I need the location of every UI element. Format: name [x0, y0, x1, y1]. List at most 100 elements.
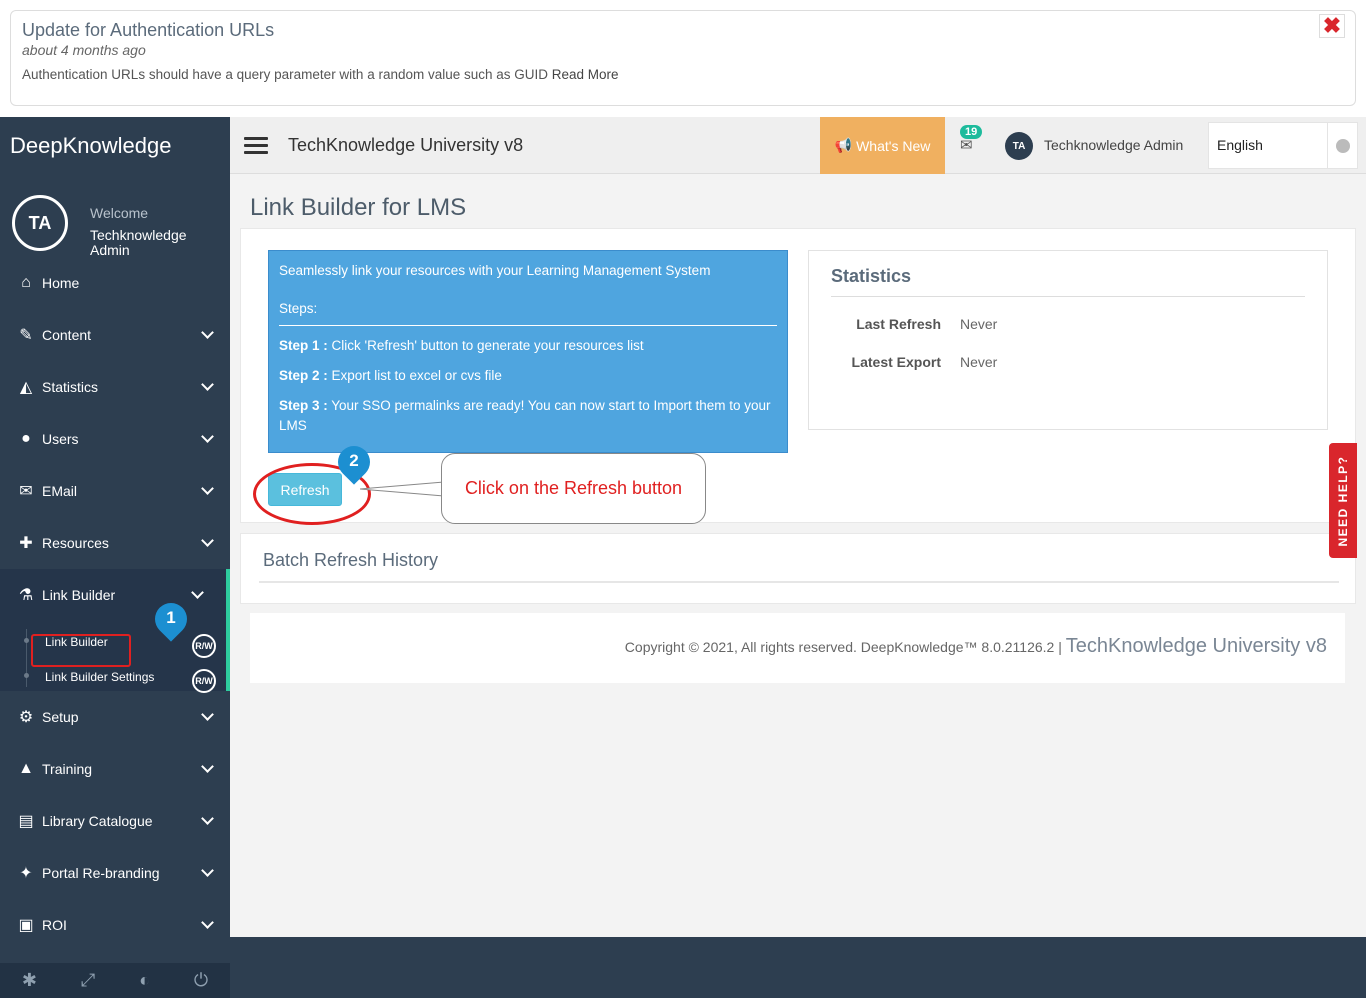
- submenu-item-link-builder-settings[interactable]: Link Builder Settings: [45, 670, 154, 684]
- instructions-box: Seamlessly link your resources with your…: [268, 250, 788, 453]
- rw-badge: R/W: [192, 669, 216, 693]
- page-title: Link Builder for LMS: [250, 194, 467, 221]
- sidebar-item-label: Library Catalogue: [42, 813, 153, 829]
- avatar[interactable]: TA: [12, 195, 68, 251]
- step-text: Export list to excel or cvs file: [327, 368, 502, 383]
- instructions-intro: Seamlessly link your resources with your…: [279, 263, 711, 278]
- step-1: Step 1 : Click 'Refresh' button to gener…: [279, 336, 777, 356]
- flask-icon: ⚗: [18, 587, 34, 604]
- graduation-cap-icon: ▲: [18, 760, 34, 777]
- power-icon[interactable]: ⏻: [194, 970, 208, 991]
- sidebar-item-portal-rebranding[interactable]: ✦ Portal Re-branding: [0, 847, 230, 899]
- sidebar-item-label: Users: [42, 431, 79, 447]
- rw-badge: R/W: [192, 634, 216, 658]
- chevron-down-icon: [201, 708, 214, 721]
- step-text: Your SSO permalinks are ready! You can n…: [279, 398, 771, 433]
- avatar[interactable]: TA: [1005, 132, 1033, 160]
- page-bottom-band: [230, 937, 1366, 998]
- chevron-down-icon: [201, 326, 214, 339]
- chevron-down-icon: [201, 916, 214, 929]
- last-refresh-label: Last Refresh: [856, 316, 941, 332]
- step-label: Step 3 :: [279, 398, 328, 413]
- sidebar-item-users[interactable]: ● Users: [0, 413, 230, 465]
- book-icon: ▤: [18, 813, 34, 830]
- banner-message: Authentication URLs should have a query …: [22, 67, 552, 82]
- hamburger-menu-icon[interactable]: [244, 137, 268, 155]
- chevron-down-icon: [201, 812, 214, 825]
- submenu-dot: [24, 673, 29, 678]
- sidebar-item-link-builder[interactable]: ⚗ Link Builder: [0, 569, 230, 621]
- sidebar-item-statistics[interactable]: ◭ Statistics: [0, 361, 230, 413]
- link-builder-submenu: Link Builder R/W Link Builder Settings R…: [0, 621, 230, 693]
- sidebar-item-label: Training: [42, 761, 93, 777]
- footer-site-name: TechKnowledge University v8: [1065, 635, 1327, 657]
- copyright-text: Copyright © 2021, All rights reserved. D…: [624, 639, 1066, 655]
- sidebar-item-label: Content: [42, 327, 92, 343]
- edit-icon: ✎: [19, 327, 33, 344]
- notification-banner: Update for Authentication URLs about 4 m…: [10, 10, 1356, 106]
- callout-text: Click on the Refresh button: [464, 478, 683, 498]
- brand-logo[interactable]: DeepKnowledge: [0, 117, 230, 175]
- sidebar-item-setup[interactable]: ⚙ Setup: [0, 691, 230, 743]
- megaphone-icon: 📢: [834, 137, 853, 153]
- footer: Copyright © 2021, All rights reserved. D…: [250, 613, 1345, 683]
- chevron-down-icon: [201, 760, 214, 773]
- last-refresh-value: Never: [960, 316, 998, 332]
- submenu-dot: [24, 638, 29, 643]
- welcome-label: Welcome: [90, 205, 149, 221]
- sidebar-item-label: ROI: [42, 917, 67, 933]
- latest-export-value: Never: [960, 354, 998, 370]
- users-icon: ●: [21, 430, 31, 447]
- step-marker-2: 2: [331, 439, 377, 486]
- envelope-icon: ✉: [19, 483, 33, 500]
- fullscreen-icon[interactable]: ⤢: [81, 970, 95, 991]
- chevron-down-icon: [201, 378, 214, 391]
- sidebar-item-roi[interactable]: ▣ ROI: [0, 899, 230, 951]
- batch-divider: [259, 581, 1339, 583]
- statistics-panel: Statistics Last Refresh Never Latest Exp…: [808, 250, 1328, 430]
- language-select[interactable]: English: [1208, 122, 1358, 169]
- sidebar: DeepKnowledge TA Welcome Techknowledge A…: [0, 117, 230, 998]
- sidebar-item-content[interactable]: ✎ Content: [0, 309, 230, 361]
- statistics-title: Statistics: [831, 266, 912, 286]
- need-help-tab[interactable]: NEED HELP?: [1329, 443, 1357, 558]
- sidebar-item-label: Setup: [42, 709, 79, 725]
- sidebar-item-resources[interactable]: ✚ Resources: [0, 517, 230, 569]
- callout-bubble: Click on the Refresh button: [441, 453, 706, 524]
- chevron-down-icon: [201, 534, 214, 547]
- step-2: Step 2 : Export list to excel or cvs fil…: [279, 366, 777, 386]
- sidebar-item-label: Link Builder: [42, 587, 116, 603]
- need-help-label: NEED HELP?: [1336, 454, 1350, 547]
- read-more-link[interactable]: Read More: [552, 67, 619, 82]
- user-menu[interactable]: Techknowledge Admin: [1044, 137, 1183, 153]
- banner-title: Update for Authentication URLs: [22, 20, 275, 40]
- whats-new-label: What's New: [856, 137, 931, 154]
- site-title: TechKnowledge University v8: [288, 135, 524, 155]
- area-chart-icon: ◭: [19, 379, 33, 396]
- money-icon: ▣: [18, 917, 34, 934]
- step-3: Step 3 : Your SSO permalinks are ready! …: [279, 396, 777, 436]
- puzzle-icon: ✚: [19, 535, 33, 552]
- highlight-box: [31, 634, 131, 667]
- sidebar-item-email[interactable]: ✉ EMail: [0, 465, 230, 517]
- batch-refresh-history-card: Batch Refresh History: [240, 533, 1356, 604]
- sidebar-item-home[interactable]: ⌂ Home: [0, 257, 230, 309]
- sidebar-item-label: Portal Re-branding: [42, 865, 160, 881]
- globe-icon[interactable]: [1327, 123, 1357, 168]
- sidebar-item-label: Home: [42, 275, 80, 291]
- welcome-user-name: Techknowledge Admin: [90, 227, 187, 258]
- sidebar-item-library-catalogue[interactable]: ▤ Library Catalogue: [0, 795, 230, 847]
- step-label: Step 2 :: [279, 368, 328, 383]
- chevron-down-icon: [201, 430, 214, 443]
- bug-icon[interactable]: ✱: [22, 970, 37, 991]
- whats-new-button[interactable]: 📢 What's New: [820, 117, 945, 174]
- magic-wand-icon: ✦: [19, 865, 33, 882]
- banner-text: Authentication URLs should have a query …: [22, 67, 1344, 82]
- marker-number: 1: [166, 608, 176, 627]
- sidebar-item-training[interactable]: ▲ Training: [0, 743, 230, 795]
- eye-slash-icon[interactable]: ◐: [139, 970, 150, 991]
- step-text: Click 'Refresh' button to generate your …: [327, 338, 644, 353]
- marker-number: 2: [349, 451, 359, 470]
- close-icon[interactable]: ✖: [1319, 14, 1345, 38]
- sidebar-item-label: EMail: [42, 483, 78, 499]
